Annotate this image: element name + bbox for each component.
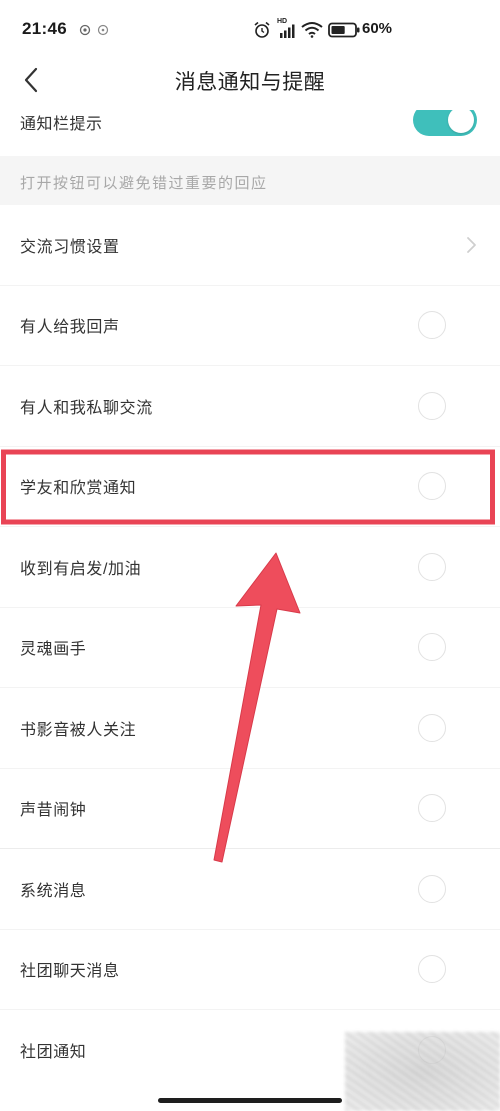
list-item[interactable]: 声昔闹钟 xyxy=(0,768,500,849)
battery-level-fill xyxy=(331,26,345,34)
row-label: 学友和欣赏通知 xyxy=(20,480,137,498)
notification-settings-list: 交流习惯设置 有人给我回声 有人和我私聊交流 学友和欣赏通知 收到有启发/加油 … xyxy=(0,205,500,1091)
battery-icon xyxy=(328,22,360,38)
row-label: 灵魂画手 xyxy=(20,641,87,659)
notification-icon xyxy=(79,24,91,36)
top-bar: 21:46 HD 60% 消息通知与提醒 xyxy=(0,0,500,110)
list-item[interactable]: 交流习惯设置 xyxy=(0,205,500,286)
radio-button[interactable] xyxy=(418,874,446,903)
radio-button[interactable] xyxy=(418,794,446,823)
list-item[interactable]: 系统消息 xyxy=(0,849,500,930)
row-label: 书影音被人关注 xyxy=(20,721,137,739)
row-label: 声昔闹钟 xyxy=(20,802,87,820)
alarm-icon xyxy=(254,21,270,38)
radio-button[interactable] xyxy=(418,633,446,662)
radio-button[interactable] xyxy=(418,391,446,420)
notification-icon xyxy=(97,24,109,36)
radio-button[interactable] xyxy=(418,472,446,501)
row-label: 社团聊天消息 xyxy=(20,963,120,981)
list-item[interactable]: 学友和欣赏通知 xyxy=(0,446,500,527)
list-item[interactable]: 收到有启发/加油 xyxy=(0,527,500,608)
list-item[interactable]: 灵魂画手 xyxy=(0,607,500,688)
list-item[interactable]: 有人和我私聊交流 xyxy=(0,366,500,447)
cellular-signal-icon xyxy=(280,24,295,38)
radio-button[interactable] xyxy=(418,713,446,742)
radio-button[interactable] xyxy=(418,311,446,340)
wifi-icon xyxy=(301,22,323,38)
section-hint-text: 打开按钮可以避免错过重要的回应 xyxy=(20,175,268,192)
list-item[interactable]: 有人给我回声 xyxy=(0,285,500,366)
battery-percentage: 60% xyxy=(362,20,393,37)
row-label: 交流习惯设置 xyxy=(20,238,120,256)
list-item[interactable]: 书影音被人关注 xyxy=(0,688,500,769)
home-indicator[interactable] xyxy=(158,1098,342,1103)
row-label: 收到有启发/加油 xyxy=(20,560,142,578)
radio-button[interactable] xyxy=(418,552,446,581)
row-label: 有人和我私聊交流 xyxy=(20,399,153,417)
page-title: 消息通知与提醒 xyxy=(174,71,326,94)
section-hint: 打开按钮可以避免错过重要的回应 xyxy=(0,156,500,205)
list-item[interactable]: 社团聊天消息 xyxy=(0,929,500,1010)
row-label: 社团通知 xyxy=(20,1044,87,1062)
row-label: 通知栏提示 xyxy=(20,116,103,133)
radio-button[interactable] xyxy=(418,955,446,984)
toggle-knob xyxy=(448,107,474,133)
status-time: 21:46 xyxy=(22,19,67,38)
chevron-right-icon xyxy=(467,236,476,253)
row-label: 有人给我回声 xyxy=(20,319,120,337)
row-label: 系统消息 xyxy=(20,882,87,900)
watermark xyxy=(345,1032,500,1111)
